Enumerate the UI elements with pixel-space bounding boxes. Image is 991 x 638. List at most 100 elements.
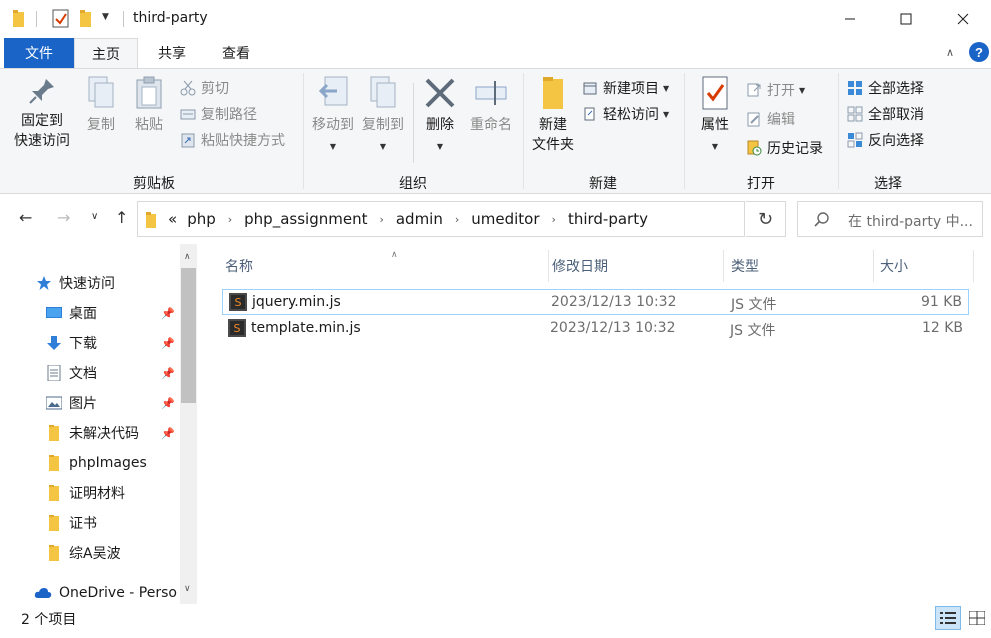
forward-arrow-icon[interactable]: → — [57, 208, 70, 227]
column-header-label: 类型 — [731, 259, 759, 275]
breadcrumb-item-php-assignment[interactable]: php_assignment — [244, 210, 367, 228]
scissors-icon — [180, 80, 196, 96]
open-button[interactable]: 打开 ▼ — [746, 79, 805, 101]
sidebar-item-quick-access[interactable]: 快速访问 — [36, 269, 115, 297]
select-none-button[interactable]: 全部取消 — [847, 103, 924, 125]
up-arrow-icon[interactable]: ↑ — [115, 208, 128, 227]
paste-shortcut-button[interactable]: 粘贴快捷方式 — [180, 129, 285, 151]
help-icon[interactable]: ? — [969, 42, 989, 62]
chevron-right-icon[interactable]: › — [379, 213, 383, 226]
table-row[interactable]: S template.min.js 2023/12/13 10:32 JS 文件… — [222, 316, 969, 342]
search-input[interactable]: 在 third-party 中... — [797, 201, 983, 237]
sidebar-item-certificates-materials[interactable]: 证明材料 — [46, 479, 125, 507]
easy-access-button[interactable]: 轻松访问 ▼ — [582, 103, 669, 125]
pin-icon[interactable]: 📌 — [161, 397, 175, 410]
breadcrumb-item-admin[interactable]: admin — [396, 210, 443, 228]
history-button[interactable]: 历史记录 — [746, 137, 823, 159]
file-date-modified: 2023/12/13 10:32 — [550, 320, 676, 336]
delete-chevron-down-icon: ▼ — [436, 142, 444, 151]
maximize-button[interactable] — [883, 0, 929, 38]
customize-toolbar-chevron-down-icon[interactable]: ▼ — [102, 12, 114, 26]
sidebar-item-downloads[interactable]: 下载 — [46, 329, 97, 357]
details-view-button[interactable] — [935, 606, 961, 630]
folder-icon — [13, 10, 24, 27]
breadcrumb-item-php[interactable]: php — [187, 210, 216, 228]
folder-icon — [49, 515, 59, 531]
paste-button[interactable]: 粘贴 — [128, 75, 170, 136]
pin-icon[interactable]: 📌 — [161, 367, 175, 380]
sidebar-item-certificates[interactable]: 证书 — [46, 509, 97, 537]
sidebar-item-zonga-wubo[interactable]: 综A吴波 — [46, 539, 121, 567]
tab-share[interactable]: 共享 — [140, 38, 204, 68]
column-header-size[interactable]: 大小 — [874, 250, 974, 282]
pin-to-quick-access-button[interactable]: 固定到 快速访问 — [10, 75, 74, 152]
chevron-right-icon[interactable]: › — [228, 213, 232, 226]
sidebar-item-phpimages[interactable]: phpImages — [46, 449, 147, 477]
tab-view[interactable]: 查看 — [204, 38, 268, 68]
new-folder-button[interactable]: 新建 文件夹 — [528, 75, 578, 156]
minimize-button[interactable] — [827, 0, 873, 38]
invert-selection-button[interactable]: 反向选择 — [847, 129, 924, 151]
navigation-pane: 快速访问 桌面 📌 下载 📌 文档 📌 图片 📌 未解决代码 📌 phpImag… — [0, 244, 200, 606]
chevron-right-icon[interactable]: › — [552, 213, 556, 226]
breadcrumb: « php › php_assignment › admin › umedito… — [168, 210, 648, 228]
sidebar-item-onedrive[interactable]: OneDrive - Perso — [34, 579, 177, 607]
back-arrow-icon[interactable]: ← — [19, 208, 32, 227]
large-icons-view-button[interactable] — [964, 606, 990, 630]
invert-selection-label: 反向选择 — [868, 133, 924, 149]
title-bar: ▼ third-party — [0, 0, 991, 38]
pin-icon[interactable]: 📌 — [161, 307, 175, 320]
folder-icon — [49, 485, 59, 501]
new-item-chevron-down-icon: ▼ — [663, 83, 670, 93]
column-header-label: 名称 — [225, 259, 253, 275]
star-icon — [37, 276, 51, 290]
folder-icon — [49, 545, 59, 561]
pin-icon[interactable]: 📌 — [161, 337, 175, 350]
file-name: template.min.js — [251, 320, 361, 336]
tab-file[interactable]: 文件 — [4, 38, 74, 68]
copy-path-button[interactable]: 复制路径 — [180, 103, 257, 125]
column-header-name[interactable]: 名称 ∧ — [222, 250, 549, 282]
tab-home[interactable]: 主页 — [74, 38, 138, 69]
sort-ascending-chevron-up-icon: ∧ — [391, 250, 398, 260]
collapse-ribbon-chevron-up-icon[interactable]: ∧ — [946, 46, 954, 59]
pin-icon[interactable]: 📌 — [161, 427, 175, 440]
copy-to-button[interactable]: 复制到 ▼ — [358, 75, 408, 157]
column-header-type[interactable]: 类型 — [724, 250, 874, 282]
delete-button[interactable]: 删除 ▼ — [420, 75, 460, 157]
scroll-up-chevron-up-icon[interactable]: ∧ — [184, 252, 191, 262]
easy-access-chevron-down-icon: ▼ — [663, 109, 670, 119]
sidebar-item-documents[interactable]: 文档 — [46, 359, 97, 387]
new-item-button[interactable]: 新建项目 ▼ — [582, 77, 669, 99]
sidebar-item-pictures[interactable]: 图片 — [46, 389, 97, 417]
properties-button[interactable]: 属性 ▼ — [692, 75, 738, 157]
cut-button[interactable]: 剪切 — [180, 77, 229, 99]
navigation-scrollbar[interactable]: ∧ ∨ — [180, 244, 197, 604]
new-folder-icon[interactable] — [80, 10, 93, 27]
breadcrumb-item-third-party[interactable]: third-party — [568, 210, 648, 228]
sidebar-item-desktop[interactable]: 桌面 — [46, 299, 97, 327]
document-icon — [47, 365, 61, 381]
properties-icon[interactable] — [52, 9, 70, 28]
table-row[interactable]: S jquery.min.js 2023/12/13 10:32 JS 文件 9… — [222, 289, 969, 315]
select-all-button[interactable]: 全部选择 — [847, 77, 924, 99]
group-divider — [838, 73, 839, 189]
scroll-down-chevron-down-icon[interactable]: ∨ — [184, 584, 191, 594]
scrollbar-thumb[interactable] — [181, 268, 196, 403]
breadcrumb-overflow[interactable]: « — [168, 210, 177, 228]
breadcrumb-item-umeditor[interactable]: umeditor — [471, 210, 539, 228]
close-button[interactable] — [940, 0, 986, 38]
column-header-date-modified[interactable]: 修改日期 — [549, 250, 724, 282]
status-bar: 2 个项目 — [0, 606, 991, 638]
refresh-icon[interactable]: ↻ — [746, 201, 786, 237]
chevron-right-icon[interactable]: › — [455, 213, 459, 226]
rename-button[interactable]: 重命名 — [466, 75, 516, 136]
move-to-button[interactable]: 移动到 ▼ — [308, 75, 358, 157]
copy-button[interactable]: 复制 — [80, 75, 122, 136]
address-bar[interactable]: « php › php_assignment › admin › umedito… — [137, 201, 858, 237]
sidebar-item-unresolved-code[interactable]: 未解决代码 — [46, 419, 139, 447]
edit-button[interactable]: 编辑 — [746, 108, 795, 130]
pin-icon — [29, 79, 54, 104]
recent-locations-chevron-down-icon[interactable]: ∨ — [91, 211, 98, 222]
address-row: ← → ∨ ↑ « php › php_assignment › admin ›… — [0, 194, 991, 244]
